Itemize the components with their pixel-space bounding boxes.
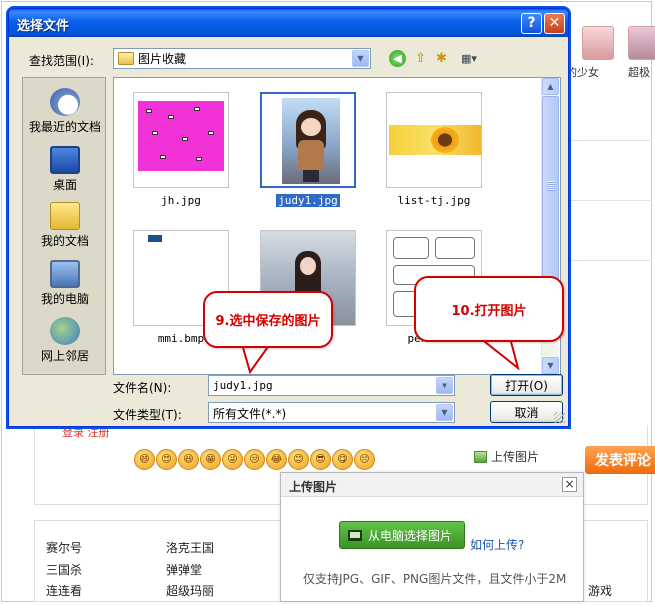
place-label: 桌面 [52, 178, 77, 192]
place-label: 网上邻居 [40, 349, 89, 363]
close-icon[interactable]: ✕ [544, 13, 565, 34]
thumb-label[interactable]: 超极 [628, 64, 650, 80]
post-comment-button[interactable]: 发表评论 [585, 446, 655, 474]
dialog-title: 选择文件 [17, 19, 70, 34]
file-item[interactable]: jh.jpg [128, 92, 234, 207]
callout-step-9: 9.选中保存的图片 [203, 291, 333, 348]
choose-from-computer-button[interactable]: 从电脑选择图片 [339, 521, 465, 549]
divider [570, 260, 652, 261]
scrollbar-thumb[interactable] [542, 96, 559, 286]
close-icon[interactable]: × [562, 477, 577, 492]
game-link[interactable]: 连连看 [46, 582, 82, 599]
resize-grip[interactable] [554, 412, 565, 423]
new-folder-icon[interactable]: ✱ [433, 50, 450, 67]
divider [570, 200, 652, 201]
emoji-icon[interactable]: 😁 [200, 449, 221, 470]
place-my-documents[interactable]: 我的文档 [23, 202, 107, 249]
place-label: 我的文档 [40, 234, 89, 248]
filename-value: judy1.jpg [213, 379, 273, 392]
thumb-image[interactable] [628, 26, 655, 60]
choose-from-computer-label: 从电脑选择图片 [368, 528, 453, 543]
file-thumbnail [260, 92, 356, 188]
emoji-bar: 😄 😍 😆 😁 😜 😒 😂 😊 😎 😋 😔 [134, 449, 375, 470]
open-button[interactable]: 打开(O) [490, 374, 563, 396]
game-link[interactable]: 赛尔号 [46, 539, 82, 556]
desktop-icon [50, 146, 80, 174]
file-thumbnail [133, 92, 229, 188]
look-in-select[interactable]: 图片收藏 ▼ [113, 48, 371, 69]
chevron-down-icon[interactable]: ▼ [436, 377, 453, 394]
recommended-thumbs: 的少女 超极 [566, 22, 655, 82]
place-my-computer[interactable]: 我的电脑 [23, 260, 107, 307]
places-bar: 我最近的文档 桌面 我的文档 我的电脑 网上邻居 [22, 77, 106, 375]
emoji-icon[interactable]: 😔 [354, 449, 375, 470]
network-icon [50, 317, 80, 345]
file-item[interactable]: list-tj.jpg [381, 92, 487, 207]
computer-icon [50, 260, 80, 288]
file-name: mmi.bmp [157, 332, 205, 345]
filename-label: 文件名(N): [113, 381, 172, 395]
file-name: list-tj.jpg [397, 194, 471, 207]
filetype-label: 文件类型(T): [113, 408, 182, 422]
upload-image-panel: 上传图片 × 从电脑选择图片 如何上传? 仅支持JPG、GIF、PNG图片文件，… [280, 472, 584, 602]
place-network[interactable]: 网上邻居 [23, 317, 107, 364]
game-link[interactable]: 超级玛丽 [166, 582, 214, 599]
file-name: judy1.jpg [276, 194, 340, 207]
place-desktop[interactable]: 桌面 [23, 146, 107, 193]
emoji-icon[interactable]: 😂 [266, 449, 287, 470]
documents-folder-icon [50, 202, 80, 230]
chevron-down-icon[interactable]: ▼ [436, 404, 453, 421]
upload-image-label: 上传图片 [491, 450, 540, 464]
emoji-icon[interactable]: 😜 [222, 449, 243, 470]
back-icon[interactable]: ◀ [389, 50, 406, 67]
divider [570, 140, 652, 141]
upload-image-link[interactable]: 上传图片 [474, 448, 539, 465]
filetype-select[interactable]: 所有文件(*.*) ▼ [208, 402, 455, 423]
emoji-icon[interactable]: 😄 [134, 449, 155, 470]
chevron-down-icon[interactable]: ▼ [352, 50, 369, 67]
file-item-selected[interactable]: judy1.jpg [255, 92, 361, 207]
emoji-icon[interactable]: 😊 [288, 449, 309, 470]
emoji-icon[interactable]: 😋 [332, 449, 353, 470]
file-thumbnail [386, 92, 482, 188]
up-folder-icon[interactable]: ⇧ [412, 50, 429, 67]
emoji-icon[interactable]: 😒 [244, 449, 265, 470]
filetype-value: 所有文件(*.*) [213, 407, 287, 421]
help-icon[interactable]: ? [521, 13, 542, 34]
dialog-titlebar[interactable]: 选择文件 ? ✕ [9, 9, 568, 37]
folder-icon [118, 52, 134, 65]
look-in-value: 图片收藏 [138, 52, 187, 66]
cancel-button[interactable]: 取消 [490, 401, 563, 423]
thumb-image[interactable] [582, 26, 614, 60]
place-label: 我的电脑 [40, 292, 89, 306]
scroll-down-icon[interactable]: ▼ [542, 357, 559, 374]
filename-input[interactable]: judy1.jpg ▼ [208, 375, 455, 396]
game-link[interactable]: 洛克王国 [166, 539, 214, 556]
game-link[interactable]: 游戏 [588, 582, 612, 599]
upload-panel-title: 上传图片 [281, 473, 583, 497]
callout-step-10: 10.打开图片 [414, 276, 564, 342]
scroll-up-icon[interactable]: ▲ [542, 78, 559, 95]
emoji-icon[interactable]: 😎 [310, 449, 331, 470]
image-icon [474, 450, 487, 463]
computer-icon [348, 529, 362, 541]
place-recent[interactable]: 我最近的文档 [23, 88, 107, 135]
how-to-upload-link[interactable]: 如何上传? [470, 536, 524, 553]
look-in-label: 查找范围(I): [29, 54, 94, 68]
place-label: 我最近的文档 [28, 120, 101, 134]
emoji-icon[interactable]: 😆 [178, 449, 199, 470]
upload-note: 仅支持JPG、GIF、PNG图片文件，且文件小于2M [303, 572, 567, 586]
game-link[interactable]: 三国杀 [46, 561, 82, 578]
emoji-icon[interactable]: 😍 [156, 449, 177, 470]
game-link[interactable]: 弹弹堂 [166, 561, 202, 578]
file-name: jh.jpg [161, 194, 201, 207]
views-menu-icon[interactable]: ▦▾ [457, 50, 481, 67]
thumb-label[interactable]: 的少女 [566, 64, 599, 80]
clock-icon [50, 88, 80, 116]
